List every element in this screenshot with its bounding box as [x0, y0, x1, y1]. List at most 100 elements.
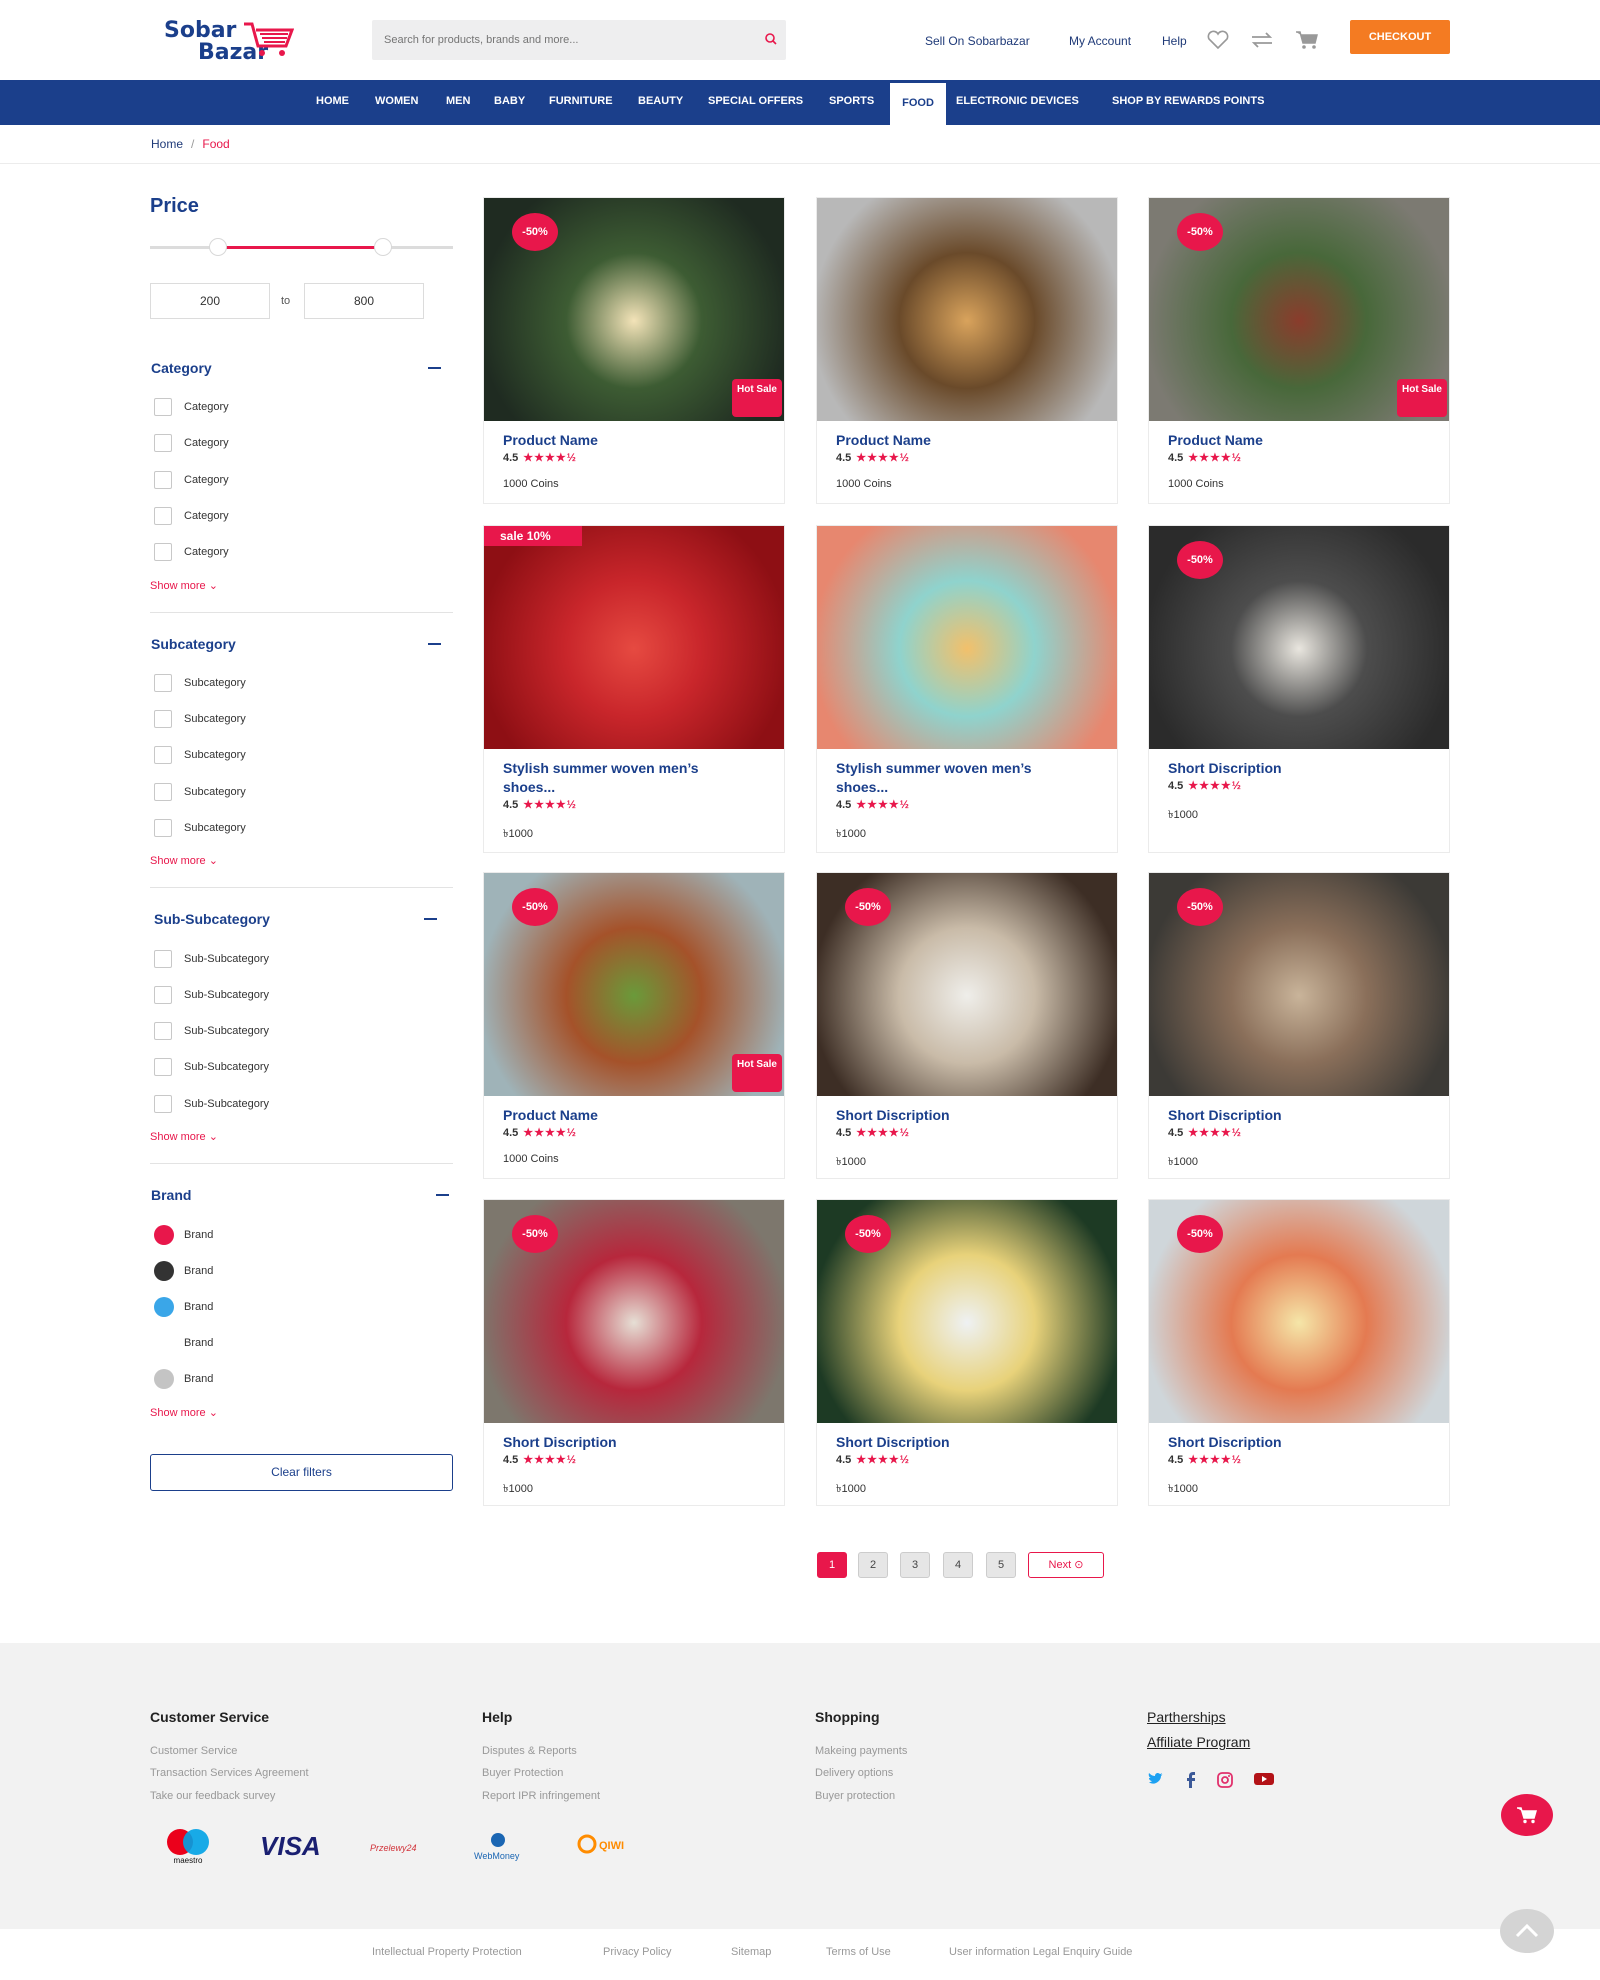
checkbox[interactable]: [154, 471, 172, 489]
checkbox[interactable]: [154, 710, 172, 728]
product-name[interactable]: Stylish summer woven men’s shoes...: [503, 759, 753, 797]
bottom-link[interactable]: Privacy Policy: [603, 1946, 671, 1958]
product-card[interactable]: sale 10% Stylish summer woven men’s shoes…: [483, 525, 785, 853]
page-1-button[interactable]: 1: [817, 1552, 847, 1578]
brand-color-swatch[interactable]: [154, 1333, 174, 1353]
footer-link[interactable]: Disputes & Reports: [482, 1745, 577, 1757]
product-name[interactable]: Product Name: [836, 431, 1106, 450]
nav-furniture[interactable]: FURNITURE: [549, 80, 613, 125]
clear-filters-button[interactable]: Clear filters: [150, 1454, 453, 1491]
product-card[interactable]: -50% Short Discription 4.5 ★★★★½ ৳1000: [816, 1199, 1118, 1506]
product-image[interactable]: -50%: [1149, 1200, 1449, 1423]
page-5-button[interactable]: 5: [986, 1552, 1016, 1578]
bottom-link[interactable]: User information Legal Enquiry Guide: [949, 1946, 1132, 1958]
product-name[interactable]: Product Name: [1168, 431, 1438, 450]
product-image[interactable]: -50% Hot Sale: [1149, 198, 1449, 421]
account-link[interactable]: My Account: [1069, 34, 1131, 48]
checkbox[interactable]: [154, 746, 172, 764]
product-name[interactable]: Short Discription: [503, 1433, 773, 1452]
product-card[interactable]: -50% Hot Sale Product Name 4.5 ★★★★½ 1000 Coi…: [1148, 197, 1450, 504]
product-name[interactable]: Stylish summer woven men’s shoes...: [836, 759, 1086, 797]
checkbox[interactable]: [154, 1022, 172, 1040]
subsubcategory-show-more[interactable]: Show more ⌄: [150, 1130, 218, 1143]
footer-link[interactable]: Delivery options: [815, 1767, 893, 1779]
instagram-icon[interactable]: [1217, 1772, 1233, 1793]
product-card[interactable]: Product Name 4.5 ★★★★½ 1000 Coins: [816, 197, 1118, 504]
nav-home[interactable]: HOME: [316, 80, 349, 125]
price-range-slider[interactable]: [150, 238, 453, 256]
cart-icon[interactable]: [1295, 30, 1319, 55]
brand-color-swatch[interactable]: [154, 1297, 174, 1317]
checkbox[interactable]: [154, 507, 172, 525]
help-link[interactable]: Help: [1162, 34, 1187, 48]
wishlist-icon[interactable]: [1206, 30, 1230, 55]
product-image[interactable]: -50%: [817, 873, 1117, 1096]
product-name[interactable]: Product Name: [503, 431, 773, 450]
price-min-handle[interactable]: [209, 238, 227, 256]
product-image[interactable]: -50% Hot Sale: [484, 873, 784, 1096]
product-image[interactable]: -50%: [484, 1200, 784, 1423]
price-min-input[interactable]: 200: [150, 283, 270, 319]
footer-link[interactable]: Buyer Protection: [482, 1767, 563, 1779]
checkbox[interactable]: [154, 543, 172, 561]
nav-baby[interactable]: BABY: [494, 80, 525, 125]
product-name[interactable]: Short Discription: [1168, 1433, 1438, 1452]
search-icon[interactable]: [764, 32, 778, 51]
nav-sports[interactable]: SPORTS: [829, 80, 874, 125]
collapse-subsubcategory-icon[interactable]: [424, 918, 437, 920]
product-image[interactable]: -50%: [817, 1200, 1117, 1423]
footer-link[interactable]: Report IPR infringement: [482, 1790, 600, 1802]
collapse-brand-icon[interactable]: [436, 1194, 449, 1196]
search-input[interactable]: [384, 20, 744, 60]
compare-icon[interactable]: [1250, 30, 1274, 55]
checkbox[interactable]: [154, 783, 172, 801]
product-card[interactable]: -50% Hot Sale Product Name 4.5 ★★★★½ 1000 Coi…: [483, 197, 785, 504]
checkout-button[interactable]: CHECKOUT: [1350, 20, 1450, 54]
product-card[interactable]: -50% Short Discription 4.5 ★★★★½ ৳1000: [483, 1199, 785, 1506]
brand-color-swatch[interactable]: [154, 1261, 174, 1281]
checkbox[interactable]: [154, 1095, 172, 1113]
affiliate-program-link[interactable]: Affiliate Program: [1147, 1734, 1250, 1750]
site-logo[interactable]: Sobar Bazar: [164, 18, 294, 65]
nav-women[interactable]: WOMEN: [375, 80, 418, 125]
product-card[interactable]: -50% Short Discription 4.5 ★★★★½ ৳1000: [1148, 1199, 1450, 1506]
footer-link[interactable]: Makeing payments: [815, 1745, 907, 1757]
nav-beauty[interactable]: BEAUTY: [638, 80, 683, 125]
checkbox[interactable]: [154, 819, 172, 837]
youtube-icon[interactable]: [1254, 1772, 1274, 1791]
bottom-link[interactable]: Sitemap: [731, 1946, 771, 1958]
brand-color-swatch[interactable]: [154, 1369, 174, 1389]
product-name[interactable]: Short Discription: [1168, 1106, 1438, 1125]
twitter-icon[interactable]: [1148, 1772, 1164, 1791]
product-name[interactable]: Product Name: [503, 1106, 773, 1125]
product-image[interactable]: sale 10%: [484, 526, 784, 749]
next-page-button[interactable]: Next ⊙: [1028, 1552, 1104, 1578]
footer-link[interactable]: Transaction Services Agreement: [150, 1767, 309, 1779]
collapse-category-icon[interactable]: [428, 367, 441, 369]
bottom-link[interactable]: Intellectual Property Protection: [372, 1946, 522, 1958]
product-card[interactable]: -50% Hot Sale Product Name 4.5 ★★★★½ 1000 Coi…: [483, 872, 785, 1179]
product-card[interactable]: Stylish summer woven men’s shoes... 4.5 ★★…: [816, 525, 1118, 853]
product-name[interactable]: Short Discription: [836, 1106, 1106, 1125]
product-image[interactable]: -50% Hot Sale: [484, 198, 784, 421]
page-3-button[interactable]: 3: [900, 1552, 930, 1578]
product-card[interactable]: -50% Short Discription 4.5 ★★★★½ ৳1000: [816, 872, 1118, 1179]
facebook-icon[interactable]: [1186, 1772, 1196, 1793]
footer-link[interactable]: Buyer protection: [815, 1790, 895, 1802]
price-max-input[interactable]: 800: [304, 283, 424, 319]
product-image[interactable]: -50%: [1149, 526, 1449, 749]
nav-electronic-devices[interactable]: ELECTRONIC DEVICES: [956, 80, 1079, 125]
bottom-link[interactable]: Terms of Use: [826, 1946, 891, 1958]
page-4-button[interactable]: 4: [943, 1552, 973, 1578]
nav-special-offers[interactable]: SPECIAL OFFERS: [708, 80, 803, 125]
checkbox[interactable]: [154, 986, 172, 1004]
partnerships-link[interactable]: Partherships: [1147, 1709, 1226, 1725]
subcategory-show-more[interactable]: Show more ⌄: [150, 854, 218, 867]
product-image[interactable]: -50%: [1149, 873, 1449, 1096]
scroll-to-top-button[interactable]: [1500, 1909, 1554, 1953]
checkbox[interactable]: [154, 398, 172, 416]
checkbox[interactable]: [154, 434, 172, 452]
product-name[interactable]: Short Discription: [836, 1433, 1106, 1452]
product-name[interactable]: Short Discription: [1168, 759, 1438, 778]
brand-color-swatch[interactable]: [154, 1225, 174, 1245]
